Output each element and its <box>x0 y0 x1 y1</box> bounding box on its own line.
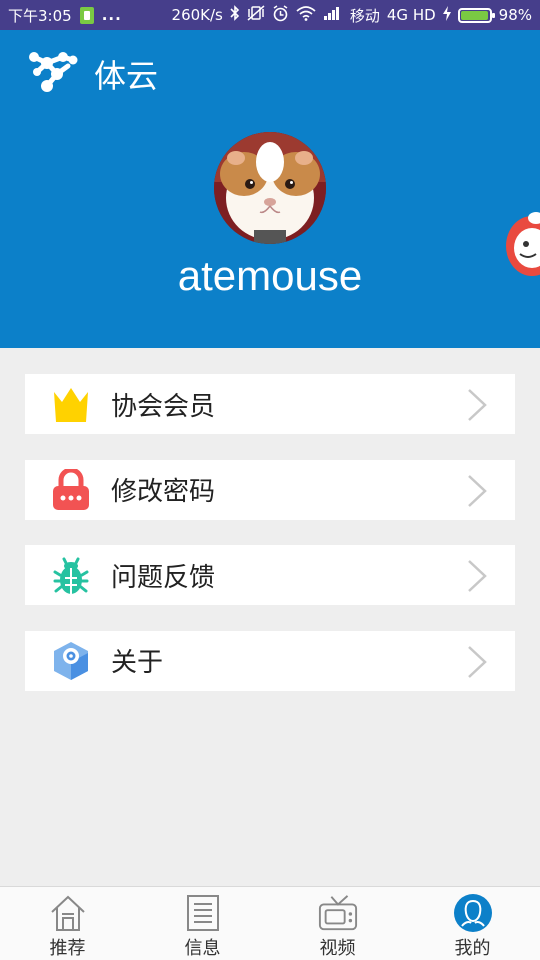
menu-item-label: 关于 <box>111 648 164 678</box>
info-box-icon <box>52 640 90 682</box>
chevron-right-icon <box>465 474 489 508</box>
vibrate-off-icon <box>247 5 265 25</box>
tab-recommend[interactable]: 推荐 <box>0 887 135 960</box>
tab-label: 信息 <box>184 938 221 959</box>
tab-label: 我的 <box>454 938 491 959</box>
signal-icon <box>323 6 343 24</box>
menu-item-membership[interactable]: 协会会员 <box>25 374 515 434</box>
profile-icon <box>453 893 493 933</box>
tab-mine[interactable]: 我的 <box>405 887 540 960</box>
chevron-right-icon <box>465 559 489 593</box>
home-icon <box>48 893 88 933</box>
avatar[interactable] <box>214 132 326 244</box>
settings-menu: 协会会员 修改密码 问题反馈 关于 <box>25 374 515 716</box>
menu-item-change-password[interactable]: 修改密码 <box>25 459 515 520</box>
status-more-dots: ... <box>101 6 122 24</box>
document-icon <box>183 893 223 933</box>
lock-icon <box>52 468 90 511</box>
bottom-tab-bar: 推荐 信息 视频 我的 <box>0 886 540 960</box>
tv-icon <box>318 893 358 933</box>
menu-item-label: 修改密码 <box>111 477 216 507</box>
battery-icon <box>457 7 495 23</box>
app-brand: 体云 <box>28 50 158 98</box>
wifi-icon <box>296 5 316 25</box>
tab-label: 推荐 <box>49 938 86 959</box>
username: atemouse <box>177 252 363 299</box>
app-title: 体云 <box>94 57 159 95</box>
sim-card-icon <box>79 6 94 24</box>
battery-percent: 98% <box>498 6 532 24</box>
chevron-right-icon <box>465 645 489 679</box>
carrier-name: 移动 <box>349 6 380 25</box>
menu-item-label: 问题反馈 <box>111 562 216 593</box>
network-speed: 260K/s <box>171 6 223 24</box>
app-logo-icon <box>28 50 78 98</box>
menu-item-feedback[interactable]: 问题反馈 <box>25 545 515 605</box>
crown-icon <box>52 383 90 425</box>
status-time: 下午3:05 <box>8 6 72 25</box>
tab-info[interactable]: 信息 <box>135 887 270 960</box>
menu-item-about[interactable]: 关于 <box>25 630 515 691</box>
profile-header: 体云 atemouse <box>0 30 540 348</box>
chevron-right-icon <box>465 388 489 422</box>
tab-video[interactable]: 视频 <box>270 887 405 960</box>
bug-icon <box>52 554 90 596</box>
battery-level-fill <box>460 10 489 20</box>
bluetooth-icon <box>230 5 240 25</box>
tab-label: 视频 <box>319 938 356 959</box>
status-bar: 下午3:05 ... 260K/s 移动 4G HD 98% <box>0 0 540 30</box>
alarm-icon <box>272 4 289 26</box>
menu-item-label: 协会会员 <box>111 391 216 422</box>
charging-icon <box>442 5 451 25</box>
network-type: 4G HD <box>386 6 436 24</box>
floating-mascot-icon[interactable] <box>500 208 540 280</box>
